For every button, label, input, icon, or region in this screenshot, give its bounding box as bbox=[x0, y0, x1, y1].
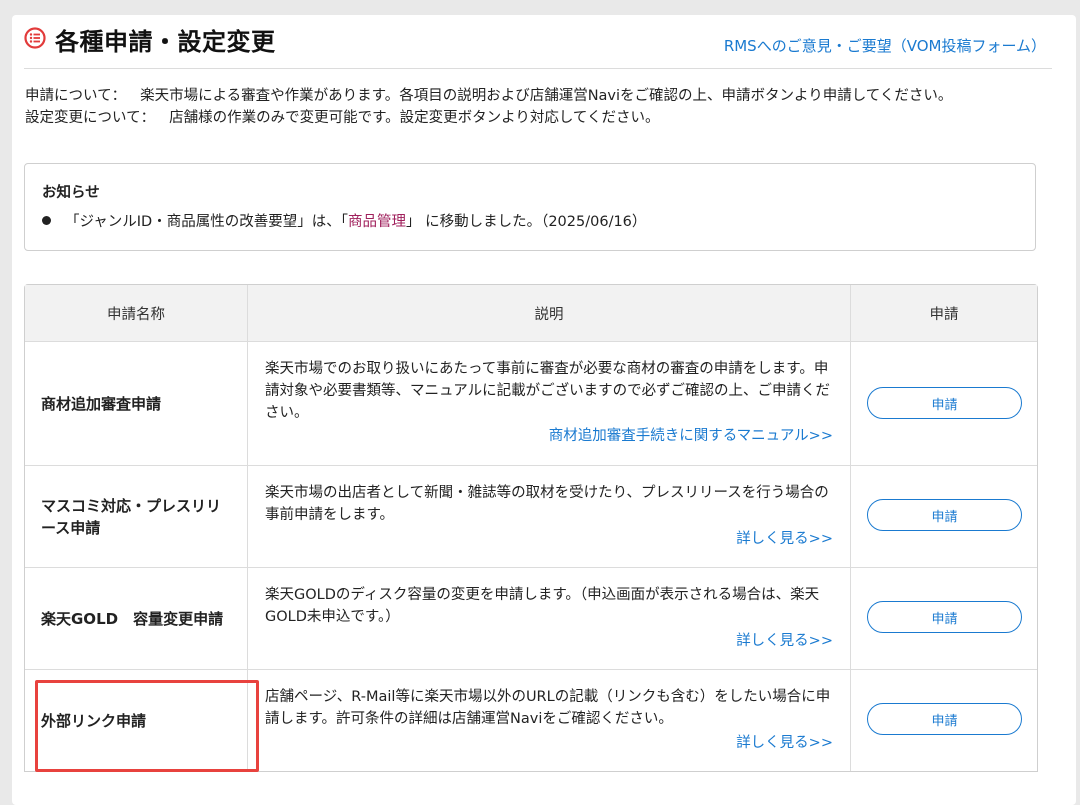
table-header-row: 申請名称 説明 申請 bbox=[25, 285, 1037, 341]
column-header-name: 申請名称 bbox=[25, 285, 248, 341]
row-name-cell: 商材追加審査申請 bbox=[25, 342, 248, 465]
apply-intro: 申請について： 楽天市場による審査や作業があります。各項目の説明および店舗運営Na… bbox=[25, 85, 952, 107]
column-header-apply: 申請 bbox=[929, 306, 959, 323]
details-link[interactable]: 詳しく見る>> bbox=[736, 629, 833, 650]
row-description: 楽天市場の出店者として新聞・雑誌等の取材を受けたり、プレスリリースを行う場合の事… bbox=[265, 485, 829, 523]
row-description-cell: 店舗ページ、R-Mail等に楽天市場以外のURLの記載（リンクも含む）をしたい場… bbox=[248, 670, 851, 771]
row-name-cell: マスコミ対応・プレスリリース申請 bbox=[25, 466, 248, 567]
intro-text: 申請について： 楽天市場による審査や作業があります。各項目の説明および店舗運営Na… bbox=[25, 85, 952, 129]
row-apply-cell: 申請 bbox=[851, 342, 1037, 465]
change-intro-label: 設定変更について： bbox=[25, 110, 156, 126]
notice-item: 「ジャンルID・商品属性の改善要望」は、「商品管理」 に移動しました。（2025… bbox=[42, 210, 646, 231]
table-row: 外部リンク申請 店舗ページ、R-Mail等に楽天市場以外のURLの記載（リンクも… bbox=[25, 669, 1037, 771]
table-row: 商材追加審査申請 楽天市場でのお取り扱いにあたって事前に審査が必要な商材の審査の… bbox=[25, 341, 1037, 465]
bullet-icon bbox=[42, 215, 51, 225]
list-icon bbox=[24, 27, 46, 49]
row-name: 楽天GOLD 容量変更申請 bbox=[41, 609, 224, 628]
row-description-cell: 楽天市場でのお取り扱いにあたって事前に審査が必要な商材の審査の申請をします。申請… bbox=[248, 342, 851, 465]
column-header-description: 説明 bbox=[248, 285, 851, 341]
page-header: 各種申請・設定変更 RMSへのご意見・ご要望（VOM投稿フォーム） bbox=[24, 22, 1052, 69]
details-link[interactable]: 詳しく見る>> bbox=[736, 731, 833, 752]
row-name-cell: 外部リンク申請 bbox=[25, 670, 248, 771]
table-row: マスコミ対応・プレスリリース申請 楽天市場の出店者として新聞・雑誌等の取材を受け… bbox=[25, 465, 1037, 567]
change-intro-text: 店舗様の作業のみで変更可能です。設定変更ボタンより対応してください。 bbox=[169, 110, 660, 126]
row-description: 楽天市場でのお取り扱いにあたって事前に審査が必要な商材の審査の申請をします。申請… bbox=[265, 361, 831, 421]
table-row: 楽天GOLD 容量変更申請 楽天GOLDのディスク容量の変更を申請します。（申込… bbox=[25, 567, 1037, 669]
row-description-cell: 楽天GOLDのディスク容量の変更を申請します。（申込画面が表示される場合は、楽天… bbox=[248, 568, 851, 669]
notice-item-suffix: 」 に移動しました。（2025/06/16） bbox=[405, 214, 647, 230]
manual-link[interactable]: 商材追加審査手続きに関するマニュアル>> bbox=[549, 424, 833, 445]
row-description: 楽天GOLDのディスク容量の変更を申請します。（申込画面が表示される場合は、楽天… bbox=[265, 587, 820, 625]
row-apply-cell: 申請 bbox=[851, 670, 1037, 771]
row-apply-cell: 申請 bbox=[851, 568, 1037, 669]
row-description-cell: 楽天市場の出店者として新聞・雑誌等の取材を受けたり、プレスリリースを行う場合の事… bbox=[248, 466, 851, 567]
row-description: 店舗ページ、R-Mail等に楽天市場以外のURLの記載（リンクも含む）をしたい場… bbox=[265, 689, 831, 727]
feedback-link[interactable]: RMSへのご意見・ご要望（VOM投稿フォーム） bbox=[724, 35, 1046, 56]
row-name: 外部リンク申請 bbox=[41, 711, 147, 730]
apply-button[interactable]: 申請 bbox=[867, 387, 1022, 419]
notice-box: お知らせ 「ジャンルID・商品属性の改善要望」は、「商品管理」 に移動しました。… bbox=[24, 163, 1036, 251]
row-name-cell: 楽天GOLD 容量変更申請 bbox=[25, 568, 248, 669]
details-link[interactable]: 詳しく見る>> bbox=[736, 527, 833, 548]
notice-title: お知らせ bbox=[42, 185, 100, 201]
row-name: 商材追加審査申請 bbox=[41, 394, 162, 413]
page-title: 各種申請・設定変更 bbox=[55, 28, 276, 56]
row-apply-cell: 申請 bbox=[851, 466, 1037, 567]
apply-intro-label: 申請について： bbox=[25, 88, 127, 104]
notice-item-prefix: 「ジャンルID・商品属性の改善要望」は、「 bbox=[65, 214, 348, 230]
apply-button[interactable]: 申請 bbox=[867, 601, 1022, 633]
product-management-link[interactable]: 商品管理 bbox=[348, 214, 406, 230]
row-name: マスコミ対応・プレスリリース申請 bbox=[41, 496, 222, 537]
change-intro: 設定変更について： 店舗様の作業のみで変更可能です。設定変更ボタンより対応してくだ… bbox=[25, 107, 952, 129]
application-table: 申請名称 説明 申請 商材追加審査申請 楽天市場でのお取り扱いにあたって事前に審… bbox=[24, 284, 1038, 772]
apply-button[interactable]: 申請 bbox=[867, 499, 1022, 531]
apply-intro-text: 楽天市場による審査や作業があります。各項目の説明および店舗運営Naviをご確認の… bbox=[140, 88, 953, 104]
apply-button[interactable]: 申請 bbox=[867, 703, 1022, 735]
